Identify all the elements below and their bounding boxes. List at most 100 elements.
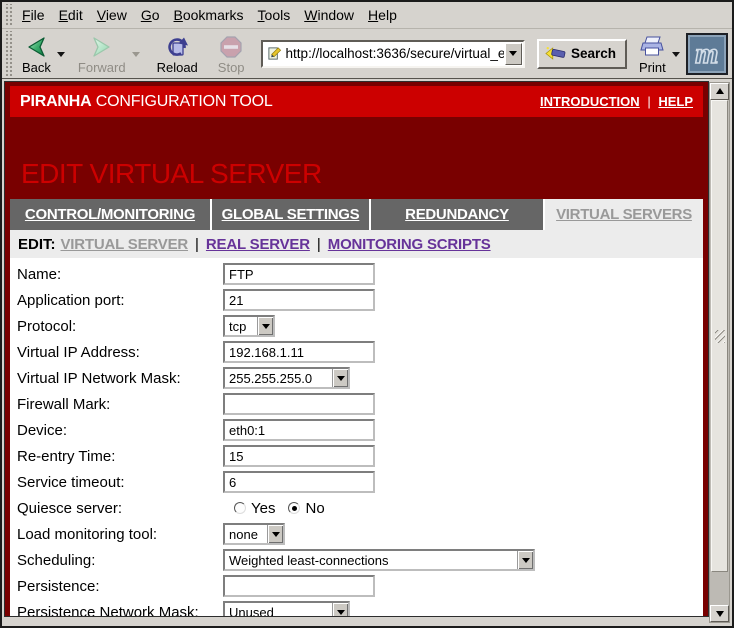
flashlight-search-icon: [545, 45, 567, 62]
persistence-network-mask-selected-value: Unused: [225, 603, 332, 616]
stop-button[interactable]: Stop: [213, 32, 250, 76]
page-bookmark-icon[interactable]: [267, 46, 282, 61]
header-links-separator: |: [647, 94, 650, 109]
form-row-protocol: Protocol:tcp: [17, 313, 703, 339]
print-dropdown-icon[interactable]: [672, 52, 680, 61]
scroll-down-button[interactable]: [710, 605, 729, 622]
persistence-network-mask-select[interactable]: Unused: [223, 601, 350, 616]
persistence-network-mask-label: Persistence Network Mask:: [17, 604, 223, 617]
scheduling-label: Scheduling:: [17, 552, 223, 569]
stop-icon: [218, 34, 244, 60]
name-input[interactable]: [223, 263, 375, 285]
menu-view[interactable]: View: [90, 4, 134, 26]
quiesce-server-radio-yes[interactable]: Yes: [234, 500, 275, 517]
app-title: PIRANHA CONFIGURATION TOOL: [20, 93, 273, 111]
name-label: Name:: [17, 266, 223, 283]
browser-window: FileEditViewGoBookmarksToolsWindowHelp B…: [0, 0, 734, 628]
navigation-toolbar: Back Forward Reload: [2, 29, 732, 79]
firewall-mark-input[interactable]: [223, 393, 375, 415]
form-row-persistence: Persistence:: [17, 573, 703, 599]
reload-label: Reload: [157, 60, 198, 75]
menu-go[interactable]: Go: [134, 4, 167, 26]
form-row-virtual-ip-address: Virtual IP Address:: [17, 339, 703, 365]
virtual-ip-address-label: Virtual IP Address:: [17, 344, 223, 361]
virtual-ip-network-mask-label: Virtual IP Network Mask:: [17, 370, 223, 387]
introduction-link[interactable]: INTRODUCTION: [540, 94, 640, 109]
form-row-quiesce-server: Quiesce server: Yes No: [17, 495, 703, 521]
subnav-link-real-server[interactable]: REAL SERVER: [206, 236, 310, 253]
menu-bookmarks[interactable]: Bookmarks: [167, 4, 251, 26]
content-panel: CONTROL/MONITORING GLOBAL SETTINGS REDUNDA…: [10, 199, 703, 616]
forward-group: Forward: [73, 32, 144, 76]
load-monitoring-tool-label: Load monitoring tool:: [17, 526, 223, 543]
page-title: EDIT VIRTUAL SERVER: [21, 157, 708, 190]
search-button[interactable]: Search: [537, 39, 627, 69]
radio-icon: [288, 502, 300, 514]
subnav-links: VIRTUAL SERVER|REAL SERVER|MONITORING SC…: [61, 236, 491, 253]
service-timeout-input[interactable]: [223, 471, 375, 493]
menubar-grip-handle[interactable]: [4, 4, 12, 26]
application-port-input[interactable]: [223, 289, 375, 311]
dropdown-arrow-icon: [332, 369, 348, 387]
vertical-scrollbar[interactable]: [709, 82, 730, 623]
url-input[interactable]: [285, 46, 505, 61]
forward-history-dropdown-icon[interactable]: [132, 52, 140, 61]
print-label: Print: [639, 60, 666, 75]
radio-label: Yes: [251, 500, 275, 517]
tab-global-settings[interactable]: GLOBAL SETTINGS: [212, 199, 369, 230]
menu-bar-items: FileEditViewGoBookmarksToolsWindowHelp: [15, 4, 404, 26]
quiesce-server-radio-no[interactable]: No: [288, 500, 324, 517]
dropdown-arrow-icon: [332, 603, 348, 616]
device-input[interactable]: [223, 419, 375, 441]
menu-window[interactable]: Window: [297, 4, 361, 26]
tab-label: CONTROL/MONITORING: [25, 206, 195, 223]
menu-file[interactable]: File: [15, 4, 52, 26]
load-monitoring-tool-select[interactable]: none: [223, 523, 285, 545]
back-label: Back: [22, 60, 51, 75]
tab-label: GLOBAL SETTINGS: [222, 206, 360, 223]
scheduling-select[interactable]: Weighted least-connections: [223, 549, 535, 571]
arrow-up-icon: [716, 84, 724, 94]
toolbar-grip-handle[interactable]: [4, 31, 12, 76]
scheduling-selected-value: Weighted least-connections: [225, 551, 517, 569]
mozilla-logo-button[interactable]: m: [686, 33, 728, 75]
virtual-ip-network-mask-select[interactable]: 255.255.255.0: [223, 367, 350, 389]
scrollbar-thumb[interactable]: [711, 100, 728, 572]
forward-arrow-icon: [89, 34, 115, 60]
protocol-select[interactable]: tcp: [223, 315, 275, 337]
help-link[interactable]: HELP: [658, 94, 693, 109]
forward-button[interactable]: Forward: [73, 32, 131, 76]
reload-button[interactable]: Reload: [152, 32, 203, 76]
virtual-ip-network-mask-selected-value: 255.255.255.0: [225, 369, 332, 387]
scroll-up-button[interactable]: [710, 83, 729, 100]
stop-label: Stop: [218, 60, 245, 75]
back-arrow-icon: [23, 34, 49, 60]
back-history-dropdown-icon[interactable]: [57, 52, 65, 61]
load-monitoring-tool-selected-value: none: [225, 525, 267, 543]
quiesce-server-label: Quiesce server:: [17, 500, 223, 517]
subnav-link-virtual-server[interactable]: VIRTUAL SERVER: [61, 236, 189, 253]
menu-tools[interactable]: Tools: [251, 4, 298, 26]
subnav-separator: |: [317, 236, 321, 253]
dropdown-arrow-icon: [267, 525, 283, 543]
menu-help[interactable]: Help: [361, 4, 404, 26]
print-group: Print: [634, 32, 684, 76]
form-row-load-monitoring-tool: Load monitoring tool:none: [17, 521, 703, 547]
form-area: Name:Application port:Protocol:tcpVirtua…: [10, 258, 703, 616]
re-entry-time-input[interactable]: [223, 445, 375, 467]
url-dropdown-button[interactable]: [505, 43, 522, 65]
menu-edit[interactable]: Edit: [52, 4, 90, 26]
tab-redundancy[interactable]: REDUNDANCY: [371, 199, 543, 230]
form-row-device: Device:: [17, 417, 703, 443]
form-row-virtual-ip-network-mask: Virtual IP Network Mask:255.255.255.0: [17, 365, 703, 391]
persistence-input[interactable]: [223, 575, 375, 597]
tab-virtual-servers[interactable]: VIRTUAL SERVERS: [545, 199, 703, 230]
tab-control-monitoring[interactable]: CONTROL/MONITORING: [10, 199, 210, 230]
back-button[interactable]: Back: [17, 32, 56, 76]
subnav-prefix: EDIT:: [18, 236, 56, 253]
virtual-ip-address-input[interactable]: [223, 341, 375, 363]
form-row-re-entry-time: Re-entry Time:: [17, 443, 703, 469]
subnav: EDIT: VIRTUAL SERVER|REAL SERVER|MONITOR…: [10, 230, 703, 258]
print-button[interactable]: Print: [634, 32, 671, 76]
subnav-link-monitoring-scripts[interactable]: MONITORING SCRIPTS: [328, 236, 491, 253]
